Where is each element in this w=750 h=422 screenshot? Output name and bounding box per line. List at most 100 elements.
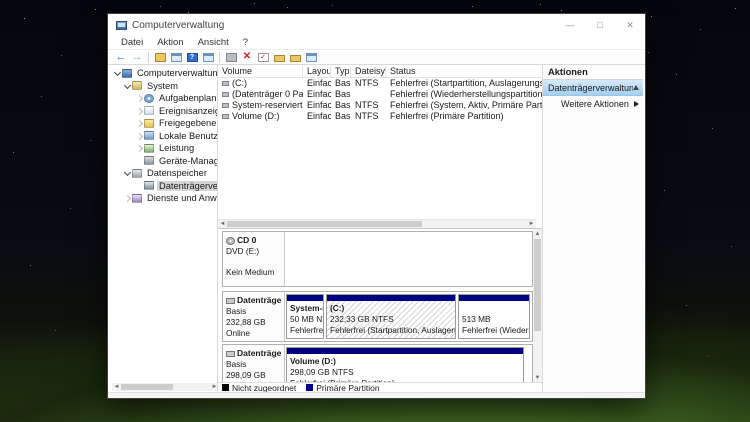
sidebar-item-ereignisanzeige[interactable]: Ereignisanzeige <box>110 105 217 118</box>
partition-legend: Nicht zugeordnet Primäre Partition <box>218 382 542 393</box>
forward-icon[interactable]: → <box>129 51 145 64</box>
tree-horizontal-scrollbar[interactable]: ◄ ► <box>112 383 217 391</box>
scroll-left-icon[interactable]: ◄ <box>112 383 121 391</box>
disk-graphical-view: CD 0 DVD (E:) Kein Medium Datenträger 0 … <box>218 228 542 382</box>
desktop-background: Computerverwaltung — □ ✕ Datei Aktion An… <box>0 0 750 422</box>
sidebar-item-computerverwaltung[interactable]: Computerverwaltung (Lokal) <box>110 67 217 80</box>
chevron-down-icon[interactable] <box>123 169 131 177</box>
sidebar-item-aufgabenplanung[interactable]: Aufgabenplanung <box>110 92 217 105</box>
event-viewer-icon <box>144 106 154 116</box>
maximize-button[interactable]: □ <box>585 14 615 36</box>
properties-check-icon[interactable]: ✓ <box>255 51 271 64</box>
partition-d[interactable]: Volume (D:) 298,09 GB NTFS Fehlerfrei (P… <box>286 347 524 382</box>
window-icon[interactable] <box>168 51 184 64</box>
column-status[interactable]: Status <box>386 66 542 77</box>
column-dateisystem[interactable]: Dateisystem <box>351 65 386 77</box>
console-tree: Computerverwaltung (Lokal) System Aufgab… <box>110 65 218 392</box>
chevron-right-icon[interactable] <box>135 94 143 102</box>
partition-system-reserved[interactable]: System-reserviert 50 MB NTFS Fehlerfrei … <box>286 294 324 339</box>
scroll-left-icon[interactable]: ◄ <box>218 220 227 228</box>
unallocated-swatch-icon <box>222 384 229 391</box>
toolbar: ← → ? ✕ ✓ <box>108 50 645 65</box>
scrollbar-thumb[interactable] <box>534 239 541 331</box>
users-icon <box>144 131 154 141</box>
close-button[interactable]: ✕ <box>615 14 645 36</box>
sidebar-item-geraete-manager[interactable]: Geräte-Manager <box>110 155 217 168</box>
sidebar-item-lokale-benutzer[interactable]: Lokale Benutzer und Gr <box>110 130 217 143</box>
disk-view-vertical-scrollbar[interactable]: ▲ ▼ <box>533 229 542 382</box>
volume-list: Volume Layout Typ Dateisystem Status (C:… <box>218 65 542 228</box>
scroll-up-icon[interactable]: ▲ <box>535 229 541 238</box>
scroll-right-icon[interactable]: ► <box>527 220 536 228</box>
table-row[interactable]: (Datenträger 0 Partition 3) Einfach Basi… <box>218 89 542 100</box>
table-row[interactable]: System-reserviert Einfach Basis NTFS Feh… <box>218 100 542 111</box>
cd-empty-area <box>285 232 532 286</box>
volume-icon <box>222 92 229 97</box>
drive-icon[interactable] <box>271 51 287 64</box>
column-typ[interactable]: Typ <box>331 65 351 77</box>
disk-icon <box>226 297 235 304</box>
menu-datei[interactable]: Datei <box>114 37 150 48</box>
sidebar-item-freigegebene-ordner[interactable]: Freigegebene Ordner <box>110 117 217 130</box>
drive-edit-icon[interactable] <box>287 51 303 64</box>
back-icon[interactable]: ← <box>113 51 129 64</box>
volume-icon <box>222 114 229 119</box>
disk0-label[interactable]: Datenträger 0 Basis 232,88 GB Online <box>223 292 285 341</box>
scrollbar-thumb[interactable] <box>121 384 173 390</box>
actions-header: Aktionen <box>543 65 643 80</box>
console-tree-icon[interactable] <box>152 51 168 64</box>
system-icon <box>132 81 142 91</box>
volume-list-horizontal-scrollbar[interactable]: ◄ ► <box>218 219 536 228</box>
chevron-right-icon[interactable] <box>123 194 131 202</box>
menu-aktion[interactable]: Aktion <box>150 37 190 48</box>
wrench-icon[interactable] <box>223 51 239 64</box>
starfield <box>0 0 1 1</box>
sidebar-item-dienste[interactable]: Dienste und Anwendungen <box>110 192 217 205</box>
scroll-down-icon[interactable]: ▼ <box>535 373 541 382</box>
help-icon[interactable]: ? <box>184 51 200 64</box>
window-bottom-strip <box>108 392 645 398</box>
sidebar-item-datenspeicher[interactable]: Datenspeicher <box>110 167 217 180</box>
chevron-down-icon[interactable] <box>113 69 121 77</box>
chevron-down-icon[interactable] <box>123 82 131 90</box>
actions-weitere-aktionen[interactable]: Weitere Aktionen <box>543 96 643 111</box>
cd-row[interactable]: CD 0 DVD (E:) Kein Medium <box>222 231 533 287</box>
submenu-right-icon <box>634 100 639 107</box>
volume-icon <box>222 81 229 86</box>
chevron-right-icon[interactable] <box>135 119 143 127</box>
titlebar[interactable]: Computerverwaltung — □ ✕ <box>108 14 645 36</box>
sidebar-item-datentraegerverwaltung[interactable]: Datenträgerverwaltung <box>110 180 217 193</box>
column-volume[interactable]: Volume <box>218 65 303 77</box>
disk0-row[interactable]: Datenträger 0 Basis 232,88 GB Online Sys… <box>222 291 533 342</box>
minimize-button[interactable]: — <box>555 14 585 36</box>
window-icon[interactable] <box>200 51 216 64</box>
dialog-icon[interactable] <box>303 51 319 64</box>
partition-c-selected[interactable]: (C:) 232,33 GB NTFS Fehlerfrei (Startpar… <box>326 294 456 339</box>
table-row[interactable]: Volume (D:) Einfach Basis NTFS Fehlerfre… <box>218 111 542 122</box>
actions-datentraegerverwaltung[interactable]: Datenträgerverwaltung <box>543 80 643 96</box>
chevron-right-icon[interactable] <box>135 144 143 152</box>
scrollbar-thumb[interactable] <box>227 221 422 227</box>
disk1-row[interactable]: Datenträger 1 Basis 298,09 GB Online Vol… <box>222 344 533 382</box>
chevron-none <box>135 182 143 190</box>
delete-icon[interactable]: ✕ <box>239 51 255 64</box>
table-row[interactable]: (C:) Einfach Basis NTFS Fehlerfrei (Star… <box>218 78 542 89</box>
chevron-right-icon[interactable] <box>135 132 143 140</box>
menu-ansicht[interactable]: Ansicht <box>191 37 236 48</box>
services-icon <box>132 193 142 203</box>
partition-recovery[interactable]: 513 MB Fehlerfrei (Wiederhe <box>458 294 530 339</box>
disk1-label[interactable]: Datenträger 1 Basis 298,09 GB Online <box>223 345 285 382</box>
chevron-right-icon[interactable] <box>135 107 143 115</box>
cd-label[interactable]: CD 0 DVD (E:) Kein Medium <box>223 232 285 286</box>
column-layout[interactable]: Layout <box>303 65 331 77</box>
shared-folders-icon <box>144 118 154 128</box>
collapse-up-icon[interactable] <box>633 85 639 90</box>
app-icon <box>116 20 127 30</box>
primary-partition-swatch-icon <box>306 384 314 391</box>
scroll-right-icon[interactable]: ► <box>210 383 217 391</box>
sidebar-item-leistung[interactable]: Leistung <box>110 142 217 155</box>
actions-pane: Aktionen Datenträgerverwaltung Weitere A… <box>542 65 643 392</box>
sidebar-item-system[interactable]: System <box>110 80 217 93</box>
performance-icon <box>144 143 154 153</box>
menu-hilfe[interactable]: ? <box>236 37 255 48</box>
